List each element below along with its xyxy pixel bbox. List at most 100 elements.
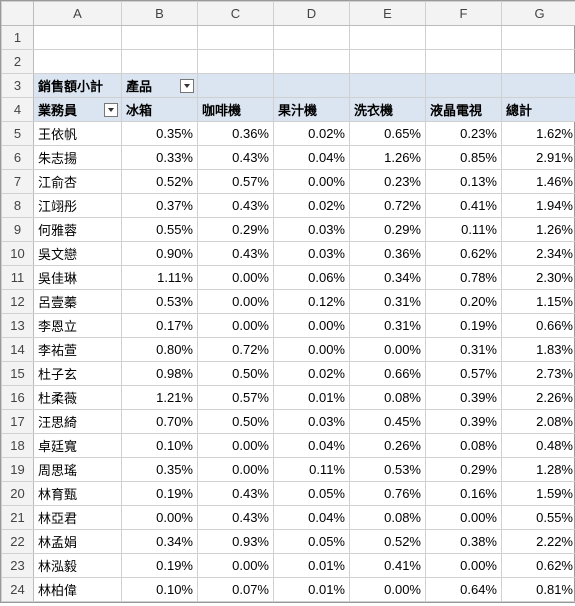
col-header[interactable]: E: [350, 2, 426, 26]
data-cell[interactable]: 1.21%: [122, 386, 198, 410]
row-header[interactable]: 17: [2, 410, 34, 434]
data-cell[interactable]: 0.29%: [350, 218, 426, 242]
data-cell[interactable]: 0.43%: [198, 146, 274, 170]
data-cell[interactable]: 0.00%: [274, 338, 350, 362]
data-cell[interactable]: 0.34%: [122, 530, 198, 554]
data-cell[interactable]: 0.34%: [350, 266, 426, 290]
data-cell[interactable]: 0.00%: [122, 506, 198, 530]
data-cell[interactable]: 0.03%: [274, 218, 350, 242]
row-header[interactable]: 20: [2, 482, 34, 506]
row-label-cell[interactable]: 林育甄: [34, 482, 122, 506]
row-label-cell[interactable]: 林孟娟: [34, 530, 122, 554]
row-header[interactable]: 14: [2, 338, 34, 362]
cell[interactable]: [198, 50, 274, 74]
data-cell[interactable]: 0.93%: [198, 530, 274, 554]
data-cell[interactable]: 1.46%: [502, 170, 575, 194]
cell[interactable]: [34, 26, 122, 50]
cell[interactable]: [426, 74, 502, 98]
data-cell[interactable]: 0.45%: [350, 410, 426, 434]
data-cell[interactable]: 0.29%: [426, 458, 502, 482]
data-cell[interactable]: 0.43%: [198, 482, 274, 506]
row-header[interactable]: 1: [2, 26, 34, 50]
data-cell[interactable]: 0.90%: [122, 242, 198, 266]
data-cell[interactable]: 0.13%: [426, 170, 502, 194]
data-cell[interactable]: 0.11%: [426, 218, 502, 242]
row-header[interactable]: 18: [2, 434, 34, 458]
row-label-cell[interactable]: 李祐萱: [34, 338, 122, 362]
data-cell[interactable]: 0.43%: [198, 194, 274, 218]
dropdown-icon[interactable]: [104, 103, 118, 117]
data-cell[interactable]: 0.00%: [198, 458, 274, 482]
data-cell[interactable]: 2.30%: [502, 266, 575, 290]
row-label-cell[interactable]: 杜柔薇: [34, 386, 122, 410]
data-cell[interactable]: 0.53%: [350, 458, 426, 482]
data-cell[interactable]: 0.57%: [198, 170, 274, 194]
data-cell[interactable]: 0.00%: [198, 314, 274, 338]
row-header[interactable]: 22: [2, 530, 34, 554]
data-cell[interactable]: 0.00%: [426, 506, 502, 530]
data-cell[interactable]: 0.64%: [426, 578, 502, 602]
data-cell[interactable]: 0.31%: [350, 290, 426, 314]
row-header[interactable]: 2: [2, 50, 34, 74]
data-cell[interactable]: 0.65%: [350, 122, 426, 146]
data-cell[interactable]: 0.76%: [350, 482, 426, 506]
data-cell[interactable]: 0.48%: [502, 434, 575, 458]
select-all-corner[interactable]: [2, 2, 34, 26]
row-label-cell[interactable]: 江俞杏: [34, 170, 122, 194]
data-cell[interactable]: 0.33%: [122, 146, 198, 170]
row-label-cell[interactable]: 呂壹蓁: [34, 290, 122, 314]
cell[interactable]: [34, 50, 122, 74]
data-cell[interactable]: 0.02%: [274, 362, 350, 386]
data-cell[interactable]: 0.08%: [426, 434, 502, 458]
row-header[interactable]: 3: [2, 74, 34, 98]
col-header[interactable]: A: [34, 2, 122, 26]
row-label-cell[interactable]: 江翊彤: [34, 194, 122, 218]
data-cell[interactable]: 0.00%: [198, 554, 274, 578]
data-cell[interactable]: 0.07%: [198, 578, 274, 602]
data-cell[interactable]: 0.04%: [274, 146, 350, 170]
data-cell[interactable]: 2.26%: [502, 386, 575, 410]
data-cell[interactable]: 0.00%: [198, 290, 274, 314]
data-cell[interactable]: 0.31%: [426, 338, 502, 362]
row-header[interactable]: 21: [2, 506, 34, 530]
data-cell[interactable]: 1.11%: [122, 266, 198, 290]
row-header[interactable]: 16: [2, 386, 34, 410]
row-label-cell[interactable]: 李恩立: [34, 314, 122, 338]
data-cell[interactable]: 0.04%: [274, 434, 350, 458]
data-cell[interactable]: 0.03%: [274, 410, 350, 434]
row-header[interactable]: 24: [2, 578, 34, 602]
data-cell[interactable]: 0.00%: [350, 578, 426, 602]
data-cell[interactable]: 0.39%: [426, 386, 502, 410]
cell[interactable]: [426, 26, 502, 50]
data-cell[interactable]: 2.22%: [502, 530, 575, 554]
data-cell[interactable]: 0.38%: [426, 530, 502, 554]
data-cell[interactable]: 0.19%: [122, 554, 198, 578]
cell[interactable]: [426, 50, 502, 74]
data-cell[interactable]: 0.39%: [426, 410, 502, 434]
data-cell[interactable]: 0.00%: [198, 266, 274, 290]
cell[interactable]: [502, 50, 575, 74]
cell[interactable]: [198, 74, 274, 98]
data-cell[interactable]: 0.98%: [122, 362, 198, 386]
data-cell[interactable]: 0.10%: [122, 578, 198, 602]
data-cell[interactable]: 0.41%: [426, 194, 502, 218]
data-cell[interactable]: 0.57%: [426, 362, 502, 386]
cell[interactable]: [274, 50, 350, 74]
data-cell[interactable]: 0.72%: [350, 194, 426, 218]
data-cell[interactable]: 1.28%: [502, 458, 575, 482]
data-cell[interactable]: 0.80%: [122, 338, 198, 362]
data-cell[interactable]: 0.50%: [198, 410, 274, 434]
row-label-cell[interactable]: 朱志揚: [34, 146, 122, 170]
data-cell[interactable]: 0.19%: [122, 482, 198, 506]
data-cell[interactable]: 0.81%: [502, 578, 575, 602]
data-cell[interactable]: 1.94%: [502, 194, 575, 218]
cell[interactable]: [502, 26, 575, 50]
data-cell[interactable]: 0.70%: [122, 410, 198, 434]
data-cell[interactable]: 0.29%: [198, 218, 274, 242]
data-cell[interactable]: 0.55%: [122, 218, 198, 242]
data-cell[interactable]: 1.59%: [502, 482, 575, 506]
cell[interactable]: [122, 50, 198, 74]
data-cell[interactable]: 0.43%: [198, 506, 274, 530]
data-cell[interactable]: 0.78%: [426, 266, 502, 290]
col-header[interactable]: F: [426, 2, 502, 26]
